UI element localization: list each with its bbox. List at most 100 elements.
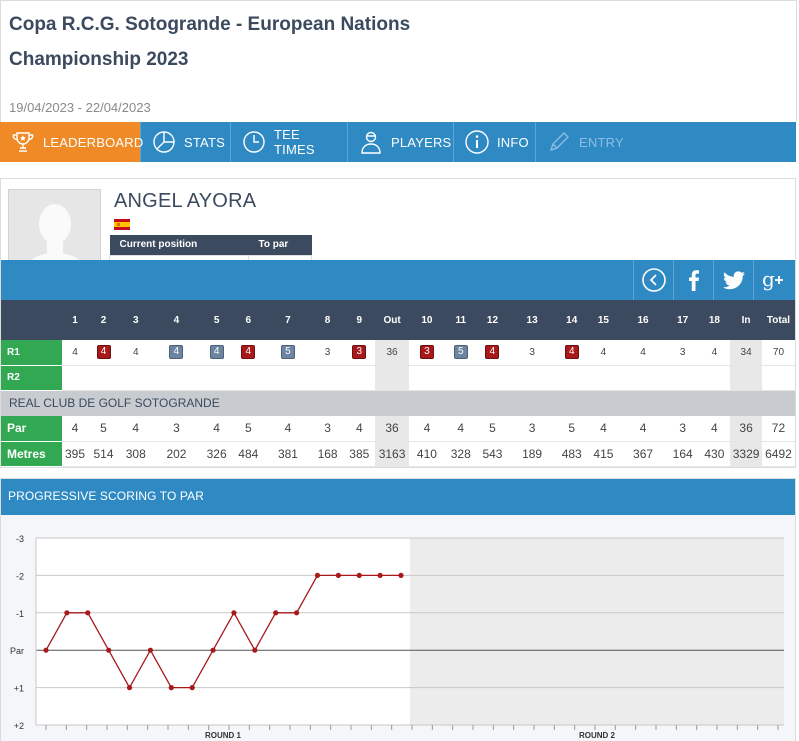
- hole-header: 16: [619, 300, 667, 340]
- hole-score: 4: [476, 340, 509, 366]
- hole-header: 10: [408, 300, 445, 340]
- par-value: 4: [408, 416, 445, 442]
- score-point: [293, 610, 300, 616]
- par-value: 4: [119, 416, 153, 442]
- score-point: [356, 572, 362, 578]
- nav-info[interactable]: INFO: [454, 122, 536, 162]
- bogey-marker: 3: [352, 345, 367, 360]
- metres-value: 415: [587, 441, 620, 467]
- round-label: R2: [1, 365, 63, 391]
- nav-players[interactable]: PLAYERS: [348, 122, 454, 162]
- nav-info-label: INFO: [497, 134, 529, 150]
- par-value: 5: [232, 416, 265, 442]
- hole-score: [232, 365, 265, 391]
- hole-score: 4: [232, 340, 265, 366]
- nav-leaderboard[interactable]: LEADERBOARD: [0, 122, 143, 162]
- hole-score: 3: [666, 340, 699, 366]
- hole-score: 5: [264, 340, 312, 366]
- score-point: [126, 685, 133, 691]
- par-value: 3: [666, 416, 699, 442]
- score-point: [335, 572, 341, 578]
- bogey-marker: 4: [96, 345, 111, 360]
- y-tick-label: -2: [16, 571, 24, 581]
- google-plus-button[interactable]: g: [753, 260, 795, 300]
- par-value: 72: [761, 416, 795, 442]
- score-point: [252, 647, 258, 653]
- svg-text:g: g: [762, 267, 775, 291]
- hole-score: 4: [619, 340, 667, 366]
- nav-tee-times[interactable]: TEE TIMES: [231, 122, 348, 162]
- clock-icon: [243, 131, 265, 153]
- hole-score: [62, 365, 88, 391]
- nav-stats-label: STATS: [184, 134, 225, 150]
- metres-value: 381: [264, 441, 312, 467]
- hole-score: 4: [587, 340, 620, 366]
- back-button[interactable]: [633, 260, 673, 300]
- par-label: Par: [1, 416, 63, 442]
- hole-score: [264, 365, 312, 391]
- hole-score: [730, 365, 762, 391]
- hole-score: [444, 365, 477, 391]
- twitter-button[interactable]: [713, 260, 753, 300]
- round-row: R2: [1, 365, 795, 391]
- hole-score: 4: [698, 340, 731, 366]
- metres-value: 308: [119, 441, 153, 467]
- hole-header: 13: [508, 300, 556, 340]
- hole-score: [408, 365, 445, 391]
- round-row: R1 4 4 4 4 4 4 5 3 3 36 3 5 4 3 4 4 4 3 4 34 70: [1, 340, 795, 366]
- score-point: [106, 647, 112, 653]
- round2-plot-area: [410, 538, 784, 725]
- hole-score: 5: [444, 340, 477, 366]
- hole-score: [200, 365, 233, 391]
- nav-players-label: PLAYERS: [391, 134, 452, 150]
- hole-score: [666, 365, 699, 391]
- birdie-marker: 4: [209, 345, 224, 360]
- hole-score: 34: [730, 340, 762, 366]
- hole-header: Total: [761, 300, 795, 340]
- par-value: 4: [62, 416, 88, 442]
- hole-header: 15: [587, 300, 620, 340]
- hole-score: 3: [508, 340, 556, 366]
- hole-header: 9: [343, 300, 376, 340]
- score-point: [231, 610, 237, 616]
- hole-score: [508, 365, 556, 391]
- y-tick-label: +2: [14, 721, 24, 731]
- progressive-scoring-section: PROGRESSIVE SCORING TO PAR -3 -2 -1 Par +1 +2…: [0, 478, 796, 741]
- hole-score: 4: [152, 340, 201, 366]
- hole-header: 8: [311, 300, 344, 340]
- hole-header: 18: [698, 300, 731, 340]
- par-value: 4: [698, 416, 731, 442]
- hole-header: 7: [264, 300, 312, 340]
- par-value: 4: [264, 416, 312, 442]
- hole-score: [87, 365, 120, 391]
- hole-header: 1: [62, 300, 88, 340]
- facebook-button[interactable]: [673, 260, 713, 300]
- par-value: 4: [200, 416, 233, 442]
- par-row: Par 4 5 4 3 4 5 4 3 4 36 4 4 5 3 5 4 4 3 4 36 72: [1, 416, 795, 442]
- player-name: ANGEL AYORA: [114, 190, 257, 212]
- hole-score: 4: [555, 340, 588, 366]
- metres-value: 189: [508, 441, 556, 467]
- bogey-marker: 3: [419, 345, 434, 360]
- hole-score: [698, 365, 731, 391]
- nav-entry: ENTRY: [536, 122, 636, 162]
- metres-value: 484: [232, 441, 265, 467]
- metres-value: 543: [476, 441, 509, 467]
- metres-value: 6492: [761, 441, 795, 467]
- par-value: 4: [587, 416, 620, 442]
- scorecard-table: 1 2 3 4 5 6 7 8 9 Out 10 11 12 13 14 15 16 17 18 In Total R1 4…: [1, 300, 795, 467]
- score-point: [377, 572, 383, 578]
- hole-score: [375, 365, 409, 391]
- hole-header: 11: [444, 300, 477, 340]
- par-value: 3: [311, 416, 344, 442]
- tournament-dates: 19/04/2023 - 22/04/2023: [9, 100, 151, 115]
- back-icon: [641, 268, 666, 292]
- par-value: 5: [555, 416, 588, 442]
- hole-header: Out: [375, 300, 409, 340]
- metres-row: Metres 395 514 308 202 326 484 381 168 385 3163 410…: [1, 441, 795, 467]
- nav-stats[interactable]: STATS: [141, 122, 231, 162]
- par-value: 4: [619, 416, 667, 442]
- progressive-scoring-chart: -3 -2 -1 Par +1 +2 ROUND 1 ROUND 2: [1, 515, 795, 741]
- course-name: REAL CLUB DE GOLF SOTOGRANDE: [1, 390, 795, 416]
- pie-chart-icon: [153, 131, 175, 153]
